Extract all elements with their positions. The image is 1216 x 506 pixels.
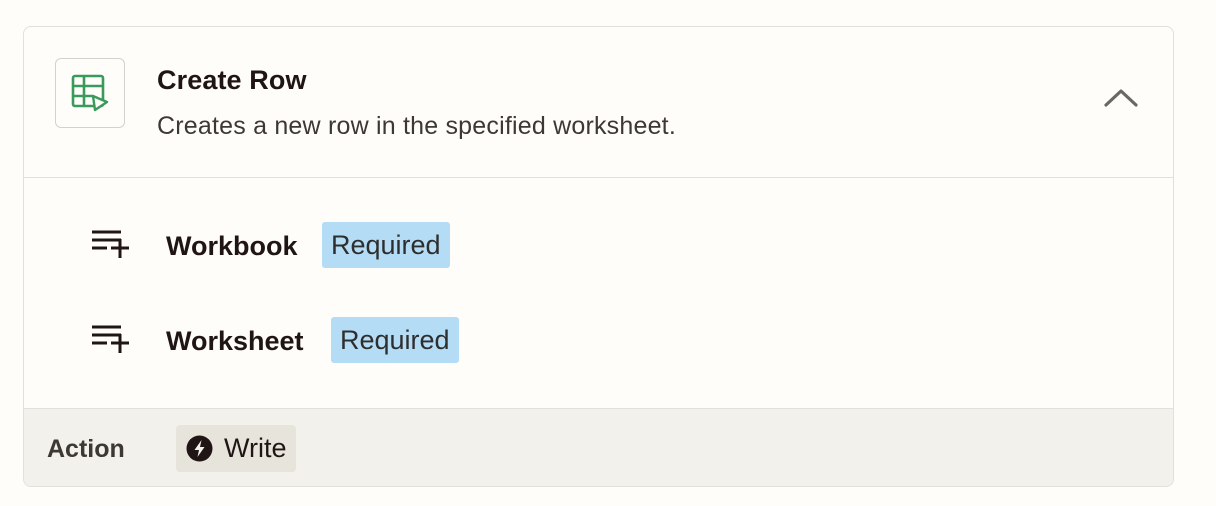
field-label: Worksheet: [166, 326, 304, 356]
add-to-list-icon: [92, 230, 129, 258]
step-type-label: Action: [47, 435, 125, 463]
step-title: Create Row: [157, 65, 307, 95]
field-row-workbook[interactable]: Workbook Required: [24, 222, 1173, 272]
required-badge: Required: [331, 317, 459, 363]
step-type-chip: Write: [176, 425, 296, 472]
lightning-bolt-icon: [186, 435, 213, 462]
field-row-worksheet[interactable]: Worksheet Required: [24, 317, 1173, 367]
step-description: Creates a new row in the specified works…: [157, 112, 676, 140]
required-badge: Required: [322, 222, 450, 268]
step-header[interactable]: Create Row Creates a new row in the spec…: [24, 27, 1173, 178]
spreadsheet-icon: [55, 58, 125, 128]
chevron-up-icon: [1104, 89, 1138, 107]
add-to-list-icon: [92, 325, 129, 353]
field-list: Workbook Required Worksheet Required: [24, 178, 1173, 408]
step-footer: Action Write: [24, 408, 1173, 486]
step-type-value: Write: [224, 433, 287, 463]
collapse-button[interactable]: [1099, 80, 1143, 116]
field-label: Workbook: [166, 231, 298, 261]
action-step-card: Create Row Creates a new row in the spec…: [23, 26, 1174, 487]
